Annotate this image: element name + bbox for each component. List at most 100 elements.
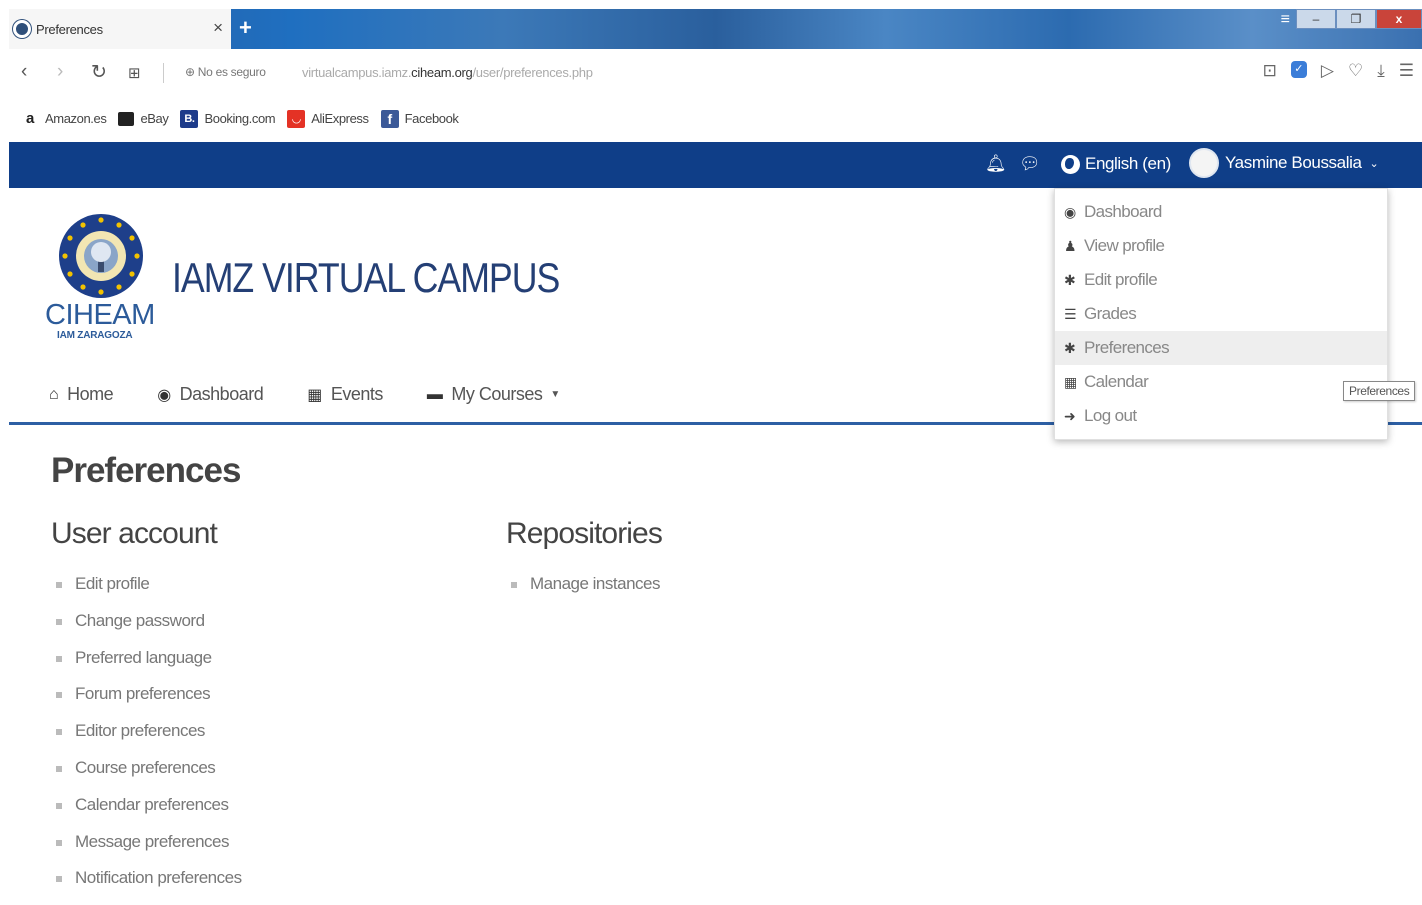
list-item[interactable]: Manage instances [506,574,662,611]
nav-label: My Courses [451,384,543,404]
menu-item-label: Log out [1084,406,1137,425]
bullet-icon [56,618,62,625]
tab-close-icon[interactable]: × [213,18,223,38]
shield-icon[interactable]: ✓ [1290,61,1307,78]
nav-dashboard[interactable]: ◉ Dashboard [157,384,264,405]
back-arrow-icon[interactable]: ‹ [21,61,27,83]
send-icon[interactable]: ▷ [1321,61,1334,81]
reload-icon[interactable]: ↻ [91,61,107,84]
avatar [1189,148,1219,178]
bell-icon[interactable]: 🔔︎ [985,154,1007,174]
bullet-icon [56,876,62,883]
bullet-icon [56,582,62,588]
cog-icon: ✱ [1064,339,1076,356]
list-item[interactable]: Message preferences [51,832,242,869]
calendar-icon: ▦ [307,386,322,404]
calendar-icon: ▦ [1064,373,1077,390]
user-icon: ♟ [1064,237,1077,254]
tab-title: Preferences [36,21,103,37]
heart-icon[interactable]: ♡ [1348,61,1363,81]
menu-item-grades[interactable]: ☰ Grades [1055,297,1387,331]
nav-home[interactable]: ⌂ Home [49,384,114,405]
list-item[interactable]: Change password [51,611,242,648]
list-item[interactable]: Course preferences [51,758,242,795]
nav-my-courses[interactable]: ▬ My Courses ▼ [427,384,560,405]
restore-button[interactable]: ❐ [1336,9,1376,29]
new-tab-button[interactable]: + [239,17,252,39]
list-item[interactable]: Edit profile [51,574,242,611]
bookmark-amazon[interactable]: a Amazon.es [21,110,107,128]
minimize-button[interactable]: – [1296,9,1336,29]
user-menu-toggle[interactable]: Yasmine Boussalia ⌄ [1189,148,1379,178]
download-icon[interactable]: ⤓ [1377,61,1385,81]
link-label[interactable]: Course preferences [75,758,216,778]
bookmark-facebook[interactable]: f Facebook [380,109,459,128]
list-item[interactable]: Editor preferences [51,721,242,758]
logo-emblem [59,210,143,304]
language-selector[interactable]: English (en) [1061,154,1171,174]
url-domain: ciheam.org [411,65,473,80]
main-nav: ⌂ Home ◉ Dashboard ▦ Events ▬ My Courses… [49,384,604,405]
link-label[interactable]: Edit profile [75,574,150,594]
link-label[interactable]: Forum preferences [75,684,211,704]
site-title[interactable]: IAMZ VIRTUAL CAMPUS [172,254,560,302]
menu-item-calendar[interactable]: ▦ Calendar [1055,365,1387,399]
caret-down-icon: ▼ [550,389,560,400]
camera-icon[interactable]: ⊡ [1263,61,1277,81]
nav-label: Dashboard [179,384,264,404]
table-icon: ☰ [1064,305,1077,322]
nav-events[interactable]: ▦ Events [307,384,383,405]
link-label[interactable]: Editor preferences [75,721,205,741]
bookmark-booking[interactable]: B. Booking.com [180,109,276,128]
link-label[interactable]: Manage instances [530,574,660,594]
menu-item-label: View profile [1084,236,1165,255]
grid-icon[interactable]: ⊞ [128,64,141,82]
link-label[interactable]: Preferred language [75,648,212,668]
close-window-button[interactable]: x [1376,9,1422,29]
bullet-icon [511,582,517,588]
link-label[interactable]: Notification preferences [75,868,242,888]
home-icon: ⌂ [49,385,59,403]
messages-icon[interactable]: 💬︎ [1019,154,1041,174]
menu-item-dashboard[interactable]: ◉ Dashboard [1055,195,1387,229]
logo-text: CIHEAM [45,299,155,331]
list-item[interactable]: Preferred language [51,648,242,685]
menu-item-view-profile[interactable]: ♟ View profile [1055,229,1387,263]
menu-icon[interactable]: ☰ [1399,61,1414,81]
ciheam-logo[interactable]: CIHEAM IAM ZARAGOZA [45,210,157,341]
list-item[interactable]: Calendar preferences [51,795,242,832]
user-dropdown-menu: ◉ Dashboard ♟ View profile ✱ Edit profile ☰ Gra… [1054,188,1388,440]
security-indicator[interactable]: ⊕ No es seguro [185,65,266,79]
link-label[interactable]: Calendar preferences [75,795,229,815]
forward-arrow-icon[interactable]: › [57,61,63,83]
menu-item-edit-profile[interactable]: ✱ Edit profile [1055,263,1387,297]
section-heading: User account [51,517,218,550]
bookmark-aliexpress[interactable]: ◡ AliExpress [287,109,369,128]
tooltip: Preferences [1343,381,1416,401]
url-field[interactable]: virtualcampus.iamz.ciheam.org/user/prefe… [302,65,593,80]
facebook-icon: f [380,109,399,128]
bullet-icon [56,802,62,809]
link-label[interactable]: Message preferences [75,832,229,852]
bullet-icon [56,692,62,699]
bookmark-ebay[interactable]: eBay [118,111,169,126]
menu-item-preferences[interactable]: ✱ Preferences [1055,331,1387,365]
list-item[interactable]: Notification preferences [51,868,242,905]
bookmark-label: Amazon.es [45,111,107,126]
browser-tab[interactable]: Preferences × [9,9,231,49]
link-label[interactable]: Change password [75,611,205,631]
menu-item-log-out[interactable]: ➜ Log out [1055,399,1387,433]
booking-icon: B. [180,109,199,128]
repositories-section: Repositories Manage instances [506,517,663,611]
briefcase-icon: ▬ [426,385,443,403]
tab-bar: Preferences × + ≡ – ❐ x [9,9,1422,49]
menu-item-label: Preferences [1084,338,1170,357]
menu-lines-icon[interactable]: ≡ [1281,11,1290,29]
address-bar: ‹ › ↻ ⊞ ⊕ No es seguro virtualcampus.iam… [9,49,1422,95]
bullet-icon [56,839,62,846]
browser-window: Preferences × + ≡ – ❐ x ‹ › ↻ ⊞ ⊕ No es … [9,9,1422,904]
chevron-down-icon: ⌄ [1369,157,1379,170]
url-prefix: virtualcampus.iamz. [302,65,412,80]
list-item[interactable]: Forum preferences [51,684,242,721]
bookmarks-bar: a Amazon.es eBay B. Booking.com ◡ AliExp… [9,95,1422,142]
